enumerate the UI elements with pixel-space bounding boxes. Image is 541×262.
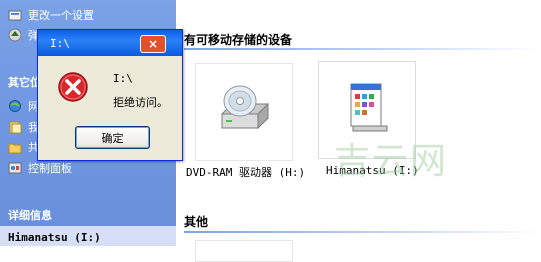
other-item-tile[interactable] <box>195 240 293 262</box>
error-dialog: I:\ × I:\ 拒绝访问。 确定 <box>37 29 183 161</box>
details-title[interactable]: 详细信息 <box>8 207 52 223</box>
dvd-drive-label: DVD-RAM 驱动器 (H:) <box>186 166 306 179</box>
watermark: 吉云网 <box>334 141 449 182</box>
shared-folder-icon <box>8 143 22 154</box>
network-link[interactable]: 网 <box>8 98 39 114</box>
dialog-title: I:\ <box>50 37 70 50</box>
details-drive-name: Himanatsu (I:) <box>8 231 101 244</box>
error-icon <box>58 72 88 102</box>
error-path: I:\ <box>113 72 133 85</box>
error-message: 拒绝访问。 <box>113 96 168 109</box>
file-view: 有可移动存储的设备 DVD-RAM 驱动器 (H:) Himanatsu (I:… <box>176 0 541 262</box>
dvd-drive-icon <box>221 85 269 130</box>
documents-icon <box>9 121 22 134</box>
close-icon: × <box>147 37 159 51</box>
section-divider <box>184 48 541 50</box>
change-setting-link[interactable]: 更改一个设置 <box>8 7 94 23</box>
close-button[interactable]: × <box>140 35 166 53</box>
control-panel-icon <box>8 162 22 174</box>
details-panel: Himanatsu (I:) <box>0 226 176 246</box>
dialog-title-bar[interactable]: I:\ × <box>38 30 182 56</box>
control-panel-link[interactable]: 控制面板 <box>8 160 72 176</box>
network-icon <box>9 100 21 112</box>
drive-icon <box>350 83 388 132</box>
section-divider-other <box>184 231 541 233</box>
dvd-drive-tile[interactable] <box>195 63 293 161</box>
eject-icon <box>8 28 22 42</box>
other-section-header: 其他 <box>184 215 209 229</box>
removable-storage-header: 有可移动存储的设备 <box>184 33 293 47</box>
settings-icon <box>8 10 22 21</box>
ok-button[interactable]: 确定 <box>75 126 150 149</box>
